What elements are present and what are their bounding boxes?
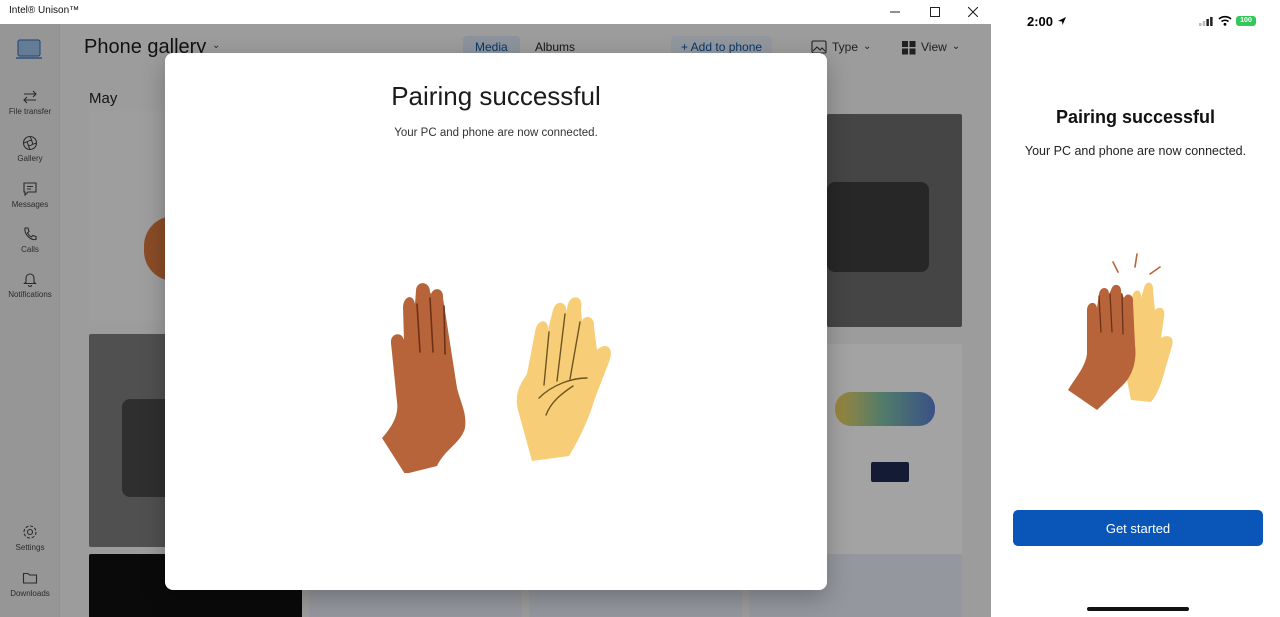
minimize-icon [890,11,900,13]
phone-title: Pairing successful [1055,107,1216,127]
phone-subtitle: Your PC and phone are now connected. [1024,144,1247,158]
home-indicator [1087,607,1189,611]
pairing-dialog: Pairing successful Your PC and phone are… [165,53,827,590]
dialog-subtitle: Your PC and phone are now connected. [394,127,598,139]
unison-window: Intel® Unison™ File transfer Gallery Mes… [0,0,991,617]
maximize-icon [930,7,940,17]
dark-hand [1068,284,1136,410]
maximize-button[interactable] [916,0,954,24]
minimize-button[interactable] [876,0,914,24]
phone-screen: 2:00 100 Pairing successful Your PC and … [991,0,1280,617]
spark-lines [1112,253,1161,275]
light-hand [516,297,611,461]
cellular-signal-icon [1199,17,1213,26]
window-title: Intel® Unison™ [9,5,80,16]
status-time: 2:00 [1027,14,1067,29]
high-five-illustration [382,283,611,473]
location-arrow-icon [1057,17,1066,25]
dialog-title: Pairing successful [391,81,601,111]
time-text: 2:00 [1027,14,1054,29]
title-bar: Intel® Unison™ [0,0,991,24]
get-started-button[interactable]: Get started [1013,510,1263,546]
dark-hand [382,283,466,473]
wifi-icon [1218,15,1232,26]
close-button[interactable] [954,0,991,24]
battery-indicator: 100 [1236,16,1256,26]
high-five-illustration [1068,253,1173,410]
close-icon [968,7,978,17]
